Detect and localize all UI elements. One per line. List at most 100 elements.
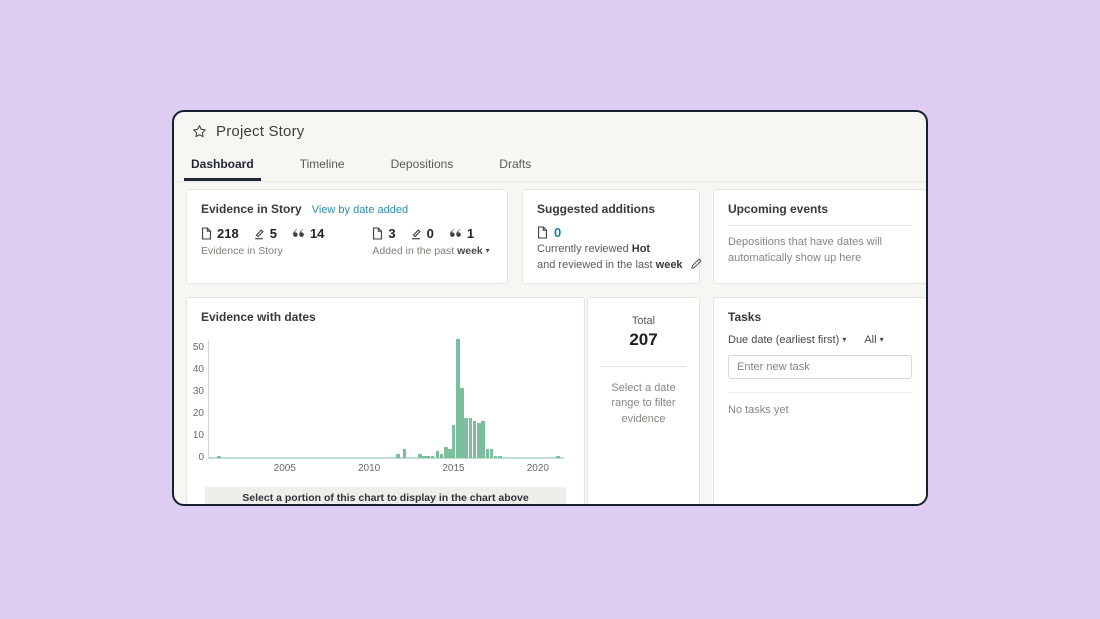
edit-pencil-icon[interactable] [690, 258, 702, 270]
y-axis-tick-label: 40 [187, 364, 204, 375]
criteria-line1-prefix: Currently reviewed [537, 243, 632, 255]
y-axis-tick-label: 30 [187, 386, 204, 397]
quotes-count: 14 [310, 226, 324, 241]
chart-bar[interactable] [431, 456, 435, 458]
chart-bar[interactable] [490, 449, 494, 458]
divider [728, 392, 912, 393]
suggested-additions-panel: Suggested additions 0 Currently reviewed… [522, 189, 700, 284]
x-axis-tick-label: 2020 [518, 463, 558, 474]
quote-icon [448, 228, 462, 239]
tab-timeline[interactable]: Timeline [293, 149, 352, 181]
task-sort-dropdown[interactable]: Due date (earliest first) ▾ [728, 334, 846, 346]
chart-bar[interactable] [396, 454, 400, 458]
total-label: Total [588, 315, 699, 327]
chart-bar[interactable] [426, 456, 430, 458]
evidence-current-group: 218 5 14 Evidence in Story [201, 226, 324, 257]
tasks-title: Tasks [728, 310, 912, 324]
total-hint: Select a date range to filter evidence [600, 381, 687, 427]
chart-bar[interactable] [456, 339, 460, 458]
new-task-input[interactable] [728, 355, 912, 379]
highlights-count-recent: 0 [427, 226, 434, 241]
task-filter-label: All [864, 334, 876, 346]
task-sort-label: Due date (earliest first) [728, 334, 839, 346]
recent-period-dropdown[interactable]: week [457, 245, 483, 257]
tab-dashboard[interactable]: Dashboard [184, 149, 261, 181]
criteria-rating-value: Hot [632, 243, 650, 255]
chart-bar[interactable] [444, 447, 448, 458]
chart-bar[interactable] [440, 454, 444, 458]
chart-bar[interactable] [498, 456, 502, 458]
suggested-criteria-line2: and reviewed in the last week [537, 258, 685, 271]
chart-bar[interactable] [477, 423, 481, 458]
chart-bar[interactable] [481, 421, 485, 458]
evidence-in-story-title: Evidence in Story [201, 202, 302, 216]
evidence-recent-label: Added in the past week ▾ [372, 245, 489, 257]
suggested-additions-title: Suggested additions [537, 202, 685, 216]
chart-bar[interactable] [469, 418, 473, 458]
view-by-date-added-link[interactable]: View by date added [312, 204, 408, 216]
documents-stat: 218 [201, 226, 239, 241]
x-axis-tick-label: 2010 [349, 463, 389, 474]
evidence-recent-group: 3 0 1 Added in the past week ▾ [372, 226, 489, 257]
highlights-stat: 5 [253, 226, 277, 241]
documents-count: 218 [217, 226, 239, 241]
total-value: 207 [588, 330, 699, 350]
suggested-count[interactable]: 0 [554, 225, 561, 240]
chart-bar[interactable] [556, 456, 560, 458]
upcoming-events-panel: Upcoming events Depositions that have da… [713, 189, 927, 284]
chevron-down-icon[interactable]: ▾ [486, 246, 490, 255]
document-icon [372, 227, 383, 240]
upcoming-events-empty-text: Depositions that have dates will automat… [728, 235, 912, 267]
chart-y-axis [208, 340, 209, 458]
documents-stat-recent: 3 [372, 226, 395, 241]
chart-bar[interactable] [418, 454, 422, 458]
chart-bar[interactable] [422, 456, 426, 458]
chart-bar[interactable] [494, 456, 498, 458]
chart-brush-hint: Select a portion of this chart to displa… [242, 492, 528, 504]
tab-depositions[interactable]: Depositions [384, 149, 461, 181]
highlight-icon [253, 228, 265, 240]
highlights-stat-recent: 0 [410, 226, 434, 241]
chart-bar[interactable] [473, 421, 477, 458]
quotes-stat: 14 [291, 226, 324, 241]
favorite-star-icon[interactable] [192, 124, 207, 139]
divider [601, 366, 686, 367]
x-axis-tick-label: 2015 [433, 463, 473, 474]
highlight-icon [410, 228, 422, 240]
chart-bar[interactable] [464, 418, 468, 458]
chart-bar[interactable] [460, 388, 464, 458]
task-filter-dropdown[interactable]: All ▾ [864, 334, 883, 346]
divider [728, 225, 912, 226]
chevron-down-icon: ▾ [880, 335, 884, 344]
chart-brush-strip[interactable]: Select a portion of this chart to displa… [205, 487, 566, 506]
y-axis-tick-label: 50 [187, 342, 204, 353]
chart-bar[interactable] [403, 449, 407, 458]
criteria-line2-prefix: and reviewed in the last [537, 259, 656, 271]
project-story-window: Project Story Dashboard Timeline Deposit… [172, 110, 928, 506]
y-axis-tick-label: 10 [187, 430, 204, 441]
y-axis-tick-label: 20 [187, 408, 204, 419]
chart-bar[interactable] [436, 451, 440, 458]
evidence-chart-plot[interactable]: 010203040502005201020152020 [187, 298, 586, 458]
suggested-criteria-line1: Currently reviewed Hot [537, 243, 685, 255]
documents-count-recent: 3 [388, 226, 395, 241]
quote-icon [291, 228, 305, 239]
highlights-count: 5 [270, 226, 277, 241]
evidence-current-label: Evidence in Story [201, 245, 324, 257]
page-title: Project Story [216, 123, 304, 140]
chart-x-axis [208, 457, 564, 459]
quotes-stat-recent: 1 [448, 226, 474, 241]
chart-bar[interactable] [486, 449, 490, 458]
evidence-stats: 218 5 14 Evidence in Story [187, 216, 507, 257]
recent-label-prefix: Added in the past [372, 245, 457, 257]
x-axis-tick-label: 2005 [265, 463, 305, 474]
tasks-panel: Tasks Due date (earliest first) ▾ All ▾ … [713, 297, 927, 506]
criteria-period-value: week [656, 259, 683, 271]
chevron-down-icon: ▾ [842, 335, 846, 344]
document-icon [201, 227, 212, 240]
chart-bar[interactable] [217, 456, 221, 458]
chart-bar[interactable] [452, 425, 456, 458]
tab-drafts[interactable]: Drafts [492, 149, 538, 181]
document-icon [537, 226, 548, 239]
evidence-with-dates-panel: Evidence with dates 01020304050200520102… [186, 297, 585, 506]
